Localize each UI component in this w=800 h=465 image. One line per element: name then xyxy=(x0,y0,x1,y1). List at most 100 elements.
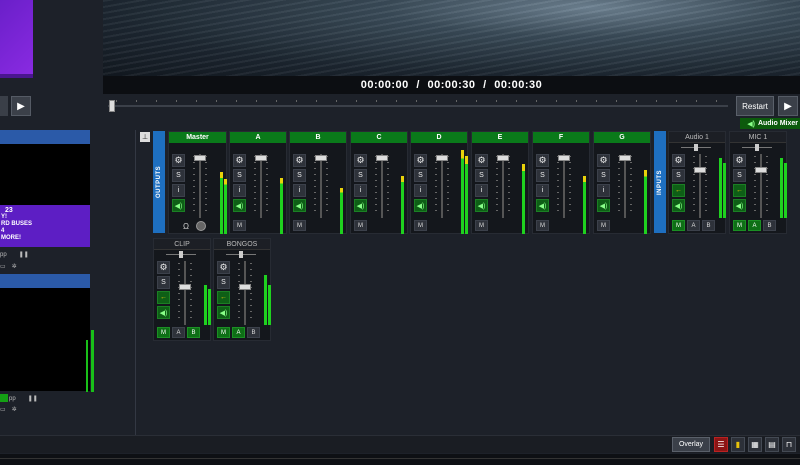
volume-fader[interactable] xyxy=(191,154,209,218)
gear-icon[interactable]: ⚙ xyxy=(293,154,306,167)
output-strip-name[interactable]: G xyxy=(594,132,650,143)
lock-icon[interactable]: ⊓ xyxy=(782,437,796,452)
volume-fader[interactable] xyxy=(236,261,254,325)
speaker-icon[interactable]: ◀) xyxy=(536,199,549,212)
solo-button[interactable]: S xyxy=(475,169,488,182)
gear-icon[interactable]: ⚙ xyxy=(475,154,488,167)
volume-fader[interactable] xyxy=(176,261,194,325)
fader-knob[interactable] xyxy=(558,155,570,161)
speaker-icon[interactable]: ◀) xyxy=(475,199,488,212)
pause-icon[interactable]: ❚❚ xyxy=(28,395,38,402)
speaker-icon[interactable]: ◀) xyxy=(733,199,746,212)
timeline-scrubber[interactable] xyxy=(108,100,728,112)
volume-fader[interactable] xyxy=(752,154,770,218)
mute-button[interactable]: M xyxy=(414,220,427,231)
left-transport-edge[interactable] xyxy=(0,96,8,116)
fader-knob[interactable] xyxy=(315,155,327,161)
bus-button-a[interactable]: A xyxy=(687,220,700,231)
source-video-2[interactable] xyxy=(0,288,90,391)
play-button[interactable]: ▶ xyxy=(778,96,798,116)
gear-icon[interactable]: ⚙ xyxy=(217,261,230,274)
gear-icon[interactable]: ⚙ xyxy=(172,154,185,167)
source-ctrl-label-1[interactable]: pp xyxy=(0,252,7,258)
fader-knob[interactable] xyxy=(239,284,251,290)
volume-fader[interactable] xyxy=(252,154,270,218)
output-strip-name[interactable]: E xyxy=(472,132,528,143)
speaker-icon[interactable]: ◀) xyxy=(172,199,185,212)
bus-button-m[interactable]: M xyxy=(157,327,170,338)
bus-button-b[interactable]: B xyxy=(702,220,715,231)
source-title-card[interactable]: 23 Y! RD BUSES 4 MORE! xyxy=(0,205,90,247)
fader-knob[interactable] xyxy=(436,155,448,161)
balance-slider[interactable] xyxy=(742,144,772,151)
balance-knob[interactable] xyxy=(755,144,759,151)
gear-icon[interactable]: ⚙ xyxy=(672,154,685,167)
mute-button[interactable]: M xyxy=(293,220,306,231)
gear-icon[interactable]: ✲ xyxy=(12,406,17,413)
fader-knob[interactable] xyxy=(255,155,267,161)
source-video-1[interactable] xyxy=(0,144,90,205)
volume-knob[interactable] xyxy=(196,221,206,231)
solo-button[interactable]: S xyxy=(354,169,367,182)
levels-icon[interactable]: ▮ xyxy=(731,437,745,452)
volume-fader[interactable] xyxy=(555,154,573,218)
volume-fader[interactable] xyxy=(616,154,634,218)
mute-button[interactable]: M xyxy=(354,220,367,231)
arrow-left-icon[interactable]: ← xyxy=(217,291,230,304)
speaker-icon[interactable]: ◀) xyxy=(354,199,367,212)
output-strip-name[interactable]: B xyxy=(290,132,346,143)
info-button[interactable]: i xyxy=(414,184,427,197)
volume-fader[interactable] xyxy=(312,154,330,218)
bus-button-a[interactable]: A xyxy=(172,327,185,338)
volume-fader[interactable] xyxy=(494,154,512,218)
mute-button[interactable]: M xyxy=(597,220,610,231)
speaker-icon[interactable]: ◀) xyxy=(217,306,230,319)
solo-button[interactable]: S xyxy=(536,169,549,182)
input-strip-name[interactable]: CLIP xyxy=(154,239,210,250)
gear-icon[interactable]: ✲ xyxy=(12,263,17,270)
info-button[interactable]: i xyxy=(536,184,549,197)
grid-icon[interactable]: ▦ xyxy=(748,437,762,452)
solo-button[interactable]: S xyxy=(597,169,610,182)
bus-button-b[interactable]: B xyxy=(763,220,776,231)
balance-slider[interactable] xyxy=(226,251,256,258)
gear-icon[interactable]: ⚙ xyxy=(733,154,746,167)
headphones-icon[interactable]: Ω xyxy=(183,222,189,231)
bus-button-m[interactable]: M xyxy=(733,220,746,231)
info-button[interactable]: i xyxy=(597,184,610,197)
bus-button-m[interactable]: M xyxy=(672,220,685,231)
volume-fader[interactable] xyxy=(691,154,709,218)
bus-button-a[interactable]: A xyxy=(748,220,761,231)
info-button[interactable]: i xyxy=(354,184,367,197)
mute-button[interactable]: M xyxy=(475,220,488,231)
solo-button[interactable]: S xyxy=(672,169,685,182)
bus-button-a[interactable]: A xyxy=(232,327,245,338)
balance-slider[interactable] xyxy=(166,251,196,258)
monitor-icon[interactable]: ▭ xyxy=(0,406,6,413)
solo-button[interactable]: S xyxy=(733,169,746,182)
arrow-left-icon[interactable]: ← xyxy=(157,291,170,304)
scrubber-handle[interactable] xyxy=(109,100,115,112)
input-strip-name[interactable]: BONGOS xyxy=(214,239,270,250)
solo-button[interactable]: S xyxy=(414,169,427,182)
play-button-left[interactable]: ▶ xyxy=(11,96,31,116)
balance-knob[interactable] xyxy=(239,251,243,258)
info-button[interactable]: i xyxy=(475,184,488,197)
balance-knob[interactable] xyxy=(694,144,698,151)
gear-icon[interactable]: ⚙ xyxy=(536,154,549,167)
fader-knob[interactable] xyxy=(376,155,388,161)
mute-button[interactable]: M xyxy=(536,220,549,231)
volume-fader[interactable] xyxy=(433,154,451,218)
fader-knob[interactable] xyxy=(694,167,706,173)
source-ctrl-label-2[interactable]: pp xyxy=(9,396,16,402)
output-strip-name[interactable]: F xyxy=(533,132,589,143)
output-strip-name[interactable]: D xyxy=(411,132,467,143)
output-strip-name[interactable]: C xyxy=(351,132,407,143)
output-strip-name[interactable]: A xyxy=(230,132,286,143)
fader-knob[interactable] xyxy=(179,284,191,290)
solo-button[interactable]: S xyxy=(157,276,170,289)
gear-icon[interactable]: ⚙ xyxy=(414,154,427,167)
balance-knob[interactable] xyxy=(179,251,183,258)
pause-icon[interactable]: ❚❚ xyxy=(19,251,29,258)
info-button[interactable]: i xyxy=(233,184,246,197)
